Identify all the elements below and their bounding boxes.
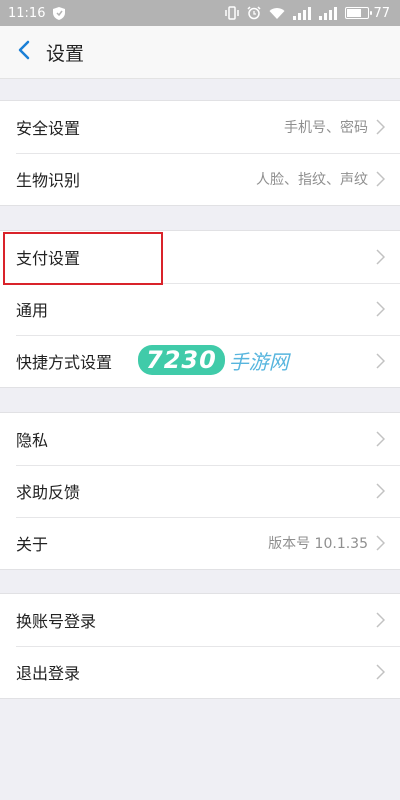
page-title: 设置 [46, 42, 85, 65]
chevron-right-icon [374, 612, 386, 628]
row-label: 生物识别 [16, 171, 81, 190]
settings-group-account-actions: 换账号登录 退出登录 [0, 593, 400, 699]
battery-icon: 77 [345, 6, 390, 21]
settings-group-general: 支付设置 通用 快捷方式设置 [0, 230, 400, 388]
row-label: 退出登录 [16, 664, 81, 683]
row-label: 快捷方式设置 [16, 353, 113, 372]
row-logout[interactable]: 退出登录 [0, 646, 400, 698]
alarm-icon [247, 6, 261, 20]
battery-percent: 77 [373, 5, 390, 21]
row-label: 换账号登录 [16, 612, 97, 631]
row-about[interactable]: 关于 版本号 10.1.35 [0, 517, 400, 569]
chevron-right-icon [374, 353, 386, 369]
row-label: 支付设置 [16, 249, 81, 268]
settings-group-info: 隐私 求助反馈 关于 版本号 10.1.35 [0, 412, 400, 570]
wifi-icon [269, 7, 285, 20]
row-switch-account[interactable]: 换账号登录 [0, 594, 400, 646]
header-bar: 设置 [0, 26, 400, 79]
row-label: 求助反馈 [16, 483, 81, 502]
row-help-feedback[interactable]: 求助反馈 [0, 465, 400, 517]
row-value: 手机号、密码 [284, 120, 368, 136]
row-general[interactable]: 通用 [0, 283, 400, 335]
status-time: 11:16 [8, 5, 46, 21]
signal-icon [319, 6, 338, 20]
back-button[interactable] [6, 26, 42, 78]
row-label: 隐私 [16, 431, 49, 450]
chevron-right-icon [374, 535, 386, 551]
version-value: 版本号 10.1.35 [268, 536, 368, 552]
row-security-settings[interactable]: 安全设置 手机号、密码 [0, 101, 400, 153]
row-label: 关于 [16, 535, 49, 554]
row-biometrics[interactable]: 生物识别 人脸、指纹、声纹 [0, 153, 400, 205]
row-payment-settings[interactable]: 支付设置 [0, 231, 400, 283]
chevron-right-icon [374, 171, 386, 187]
signal-4g-icon [293, 6, 312, 20]
settings-group-account: 安全设置 手机号、密码 生物识别 人脸、指纹、声纹 [0, 100, 400, 206]
shield-icon [53, 6, 66, 20]
chevron-left-icon [18, 40, 30, 64]
row-value: 人脸、指纹、声纹 [256, 172, 368, 188]
row-shortcut-settings[interactable]: 快捷方式设置 [0, 335, 400, 387]
row-label: 通用 [16, 301, 49, 320]
vibrate-icon [225, 6, 240, 20]
status-bar: 11:16 77 [0, 0, 400, 26]
row-privacy[interactable]: 隐私 [0, 413, 400, 465]
chevron-right-icon [374, 664, 386, 680]
chevron-right-icon [374, 301, 386, 317]
chevron-right-icon [374, 431, 386, 447]
chevron-right-icon [374, 483, 386, 499]
chevron-right-icon [374, 249, 386, 265]
chevron-right-icon [374, 119, 386, 135]
row-label: 安全设置 [16, 119, 81, 138]
